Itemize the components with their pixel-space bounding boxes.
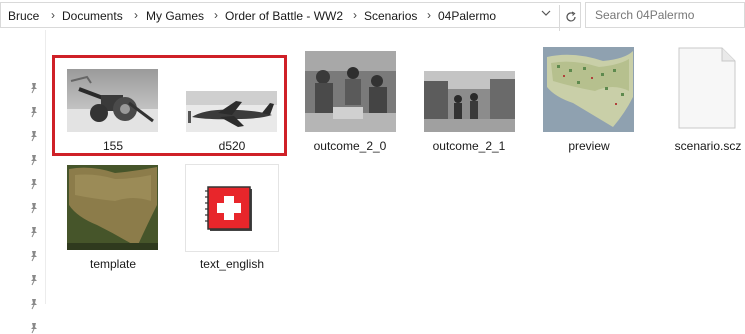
pin-icon[interactable] [29, 178, 39, 190]
refresh-icon[interactable] [559, 5, 581, 31]
breadcrumb-04palermo[interactable]: 04Palermo [438, 9, 496, 23]
swiss-cross-icon [205, 186, 252, 231]
file-thumbnail [185, 164, 279, 252]
file-name: scenario.scz [674, 139, 742, 153]
search-input[interactable] [585, 2, 745, 28]
pin-icon[interactable] [29, 106, 39, 118]
breadcrumb-separator[interactable]: › [214, 8, 218, 22]
pane-divider[interactable] [45, 30, 46, 304]
breadcrumb-separator[interactable]: › [427, 8, 431, 22]
file-icon [678, 47, 736, 129]
address-bar[interactable]: Bruce › Documents › My Games › Order of … [0, 2, 581, 31]
file-name: text_english [199, 257, 265, 271]
file-thumbnail [186, 91, 277, 132]
file-name: outcome_2_1 [432, 139, 506, 153]
breadcrumb-order-of-battle[interactable]: Order of Battle - WW2 [225, 9, 343, 23]
pin-icon[interactable] [29, 130, 39, 142]
pin-icon[interactable] [29, 154, 39, 166]
pin-icon[interactable] [29, 274, 39, 286]
file-name: outcome_2_0 [313, 139, 387, 153]
breadcrumb-bruce[interactable]: Bruce [8, 9, 39, 23]
pin-icon[interactable] [29, 226, 39, 238]
file-name: preview [568, 139, 610, 153]
navigation-pane [0, 30, 46, 334]
pin-icon[interactable] [29, 298, 39, 310]
file-thumbnail [305, 51, 396, 132]
breadcrumb-scenarios[interactable]: Scenarios [364, 9, 417, 23]
pin-icon[interactable] [29, 82, 39, 94]
breadcrumb-my-games[interactable]: My Games [146, 9, 204, 23]
breadcrumb-documents[interactable]: Documents [62, 9, 123, 23]
file-name: d520 [218, 139, 246, 153]
breadcrumb-separator[interactable]: › [51, 8, 55, 22]
file-thumbnail [424, 71, 515, 132]
file-name: template [89, 257, 137, 271]
chevron-down-icon[interactable] [541, 8, 551, 21]
pin-icon[interactable] [29, 202, 39, 214]
breadcrumb-separator[interactable]: › [353, 8, 357, 22]
breadcrumb-separator[interactable]: › [134, 8, 138, 22]
file-thumbnail [543, 47, 634, 132]
pin-icon[interactable] [29, 250, 39, 262]
file-thumbnail [67, 165, 158, 250]
file-name: 155 [102, 139, 124, 153]
pin-icon[interactable] [29, 322, 39, 334]
file-thumbnail [67, 69, 158, 132]
